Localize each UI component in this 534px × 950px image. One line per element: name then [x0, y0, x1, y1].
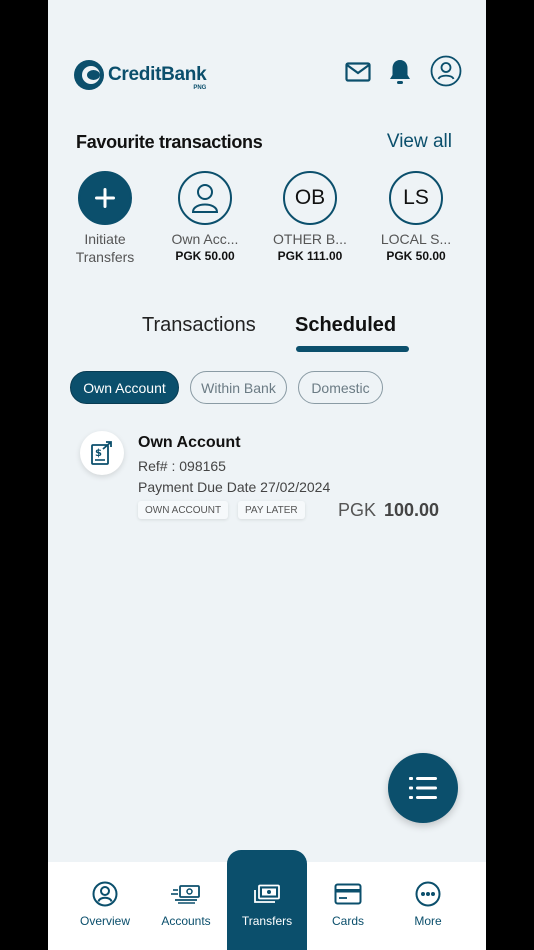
fav-label: Initiate	[84, 231, 126, 247]
bottom-navigation: Overview Accounts Transfers Cards More	[48, 850, 486, 950]
nav-transfers[interactable]: Transfers	[227, 850, 307, 950]
profile-icon[interactable]	[430, 55, 462, 87]
fav-own-account[interactable]: Own Acc... PGK 50.00	[160, 171, 250, 263]
transaction-title[interactable]: Own Account	[138, 434, 241, 452]
money-transfer-icon	[253, 880, 281, 908]
brand-logo: CreditBank PNG	[74, 60, 207, 91]
transaction-currency: PGK	[338, 500, 377, 520]
active-tab-indicator	[296, 346, 409, 352]
fav-local-s[interactable]: LS LOCAL S... PGK 50.00	[371, 171, 461, 263]
fav-initiate-transfers[interactable]: Initiate Transfers	[60, 171, 150, 266]
nav-cards[interactable]: Cards	[308, 862, 388, 950]
plus-icon	[78, 171, 132, 225]
fav-label: Own Acc...	[171, 231, 239, 247]
view-all-link[interactable]: View all	[387, 131, 452, 153]
nav-label: Overview	[79, 914, 130, 928]
fav-other-bank[interactable]: OB OTHER B... PGK 111.00	[265, 171, 355, 263]
scheduled-payment-icon: $	[80, 431, 124, 475]
favourites-title: Favourite transactions	[76, 132, 263, 152]
brand-sub: PNG	[193, 85, 207, 91]
nav-accounts[interactable]: Accounts	[146, 862, 226, 950]
nav-label: Cards	[331, 914, 364, 928]
svg-text:$: $	[95, 448, 102, 459]
transaction-amount: 100.00	[384, 500, 440, 520]
fav-label: OTHER B...	[273, 231, 347, 247]
filter-own-account[interactable]: Own Account	[70, 371, 179, 404]
tab-scheduled[interactable]: Scheduled	[295, 314, 396, 337]
tab-transactions[interactable]: Transactions	[142, 314, 256, 337]
bell-icon[interactable]	[386, 58, 414, 86]
fav-label: LOCAL S...	[380, 231, 452, 247]
fav-initials: OB	[283, 171, 337, 225]
fav-label: Transfers	[75, 249, 135, 265]
nav-label: Transfers	[241, 914, 293, 928]
list-icon	[409, 777, 437, 799]
nav-overview[interactable]: Overview	[65, 862, 145, 950]
card-icon	[334, 880, 362, 908]
fav-initials: LS	[389, 171, 443, 225]
person-circle-icon	[92, 880, 118, 908]
fav-amount: PGK 111.00	[277, 249, 343, 263]
transaction-ref: Ref# : 098165	[138, 458, 226, 474]
person-icon	[178, 171, 232, 225]
filter-within-bank[interactable]: Within Bank	[190, 371, 287, 404]
logo-mark-icon	[74, 60, 104, 90]
list-menu-button[interactable]	[388, 753, 458, 823]
nav-label: Accounts	[161, 914, 211, 928]
mail-icon[interactable]	[344, 58, 372, 86]
filter-domestic[interactable]: Domestic	[298, 371, 383, 404]
tag-pay-later: PAY LATER	[238, 501, 305, 519]
nav-label: More	[414, 914, 442, 928]
brand-name: CreditBank	[108, 64, 207, 85]
app-screen: CreditBank PNG Favourite transactions Vi…	[48, 0, 486, 950]
fav-amount: PGK 50.00	[386, 249, 446, 263]
nav-more[interactable]: More	[388, 862, 468, 950]
more-dots-icon	[415, 880, 441, 908]
fav-amount: PGK 50.00	[175, 249, 235, 263]
cash-stack-icon	[171, 880, 201, 908]
transaction-due-date: Payment Due Date 27/02/2024	[138, 479, 331, 495]
tag-own-account: OWN ACCOUNT	[138, 501, 229, 519]
